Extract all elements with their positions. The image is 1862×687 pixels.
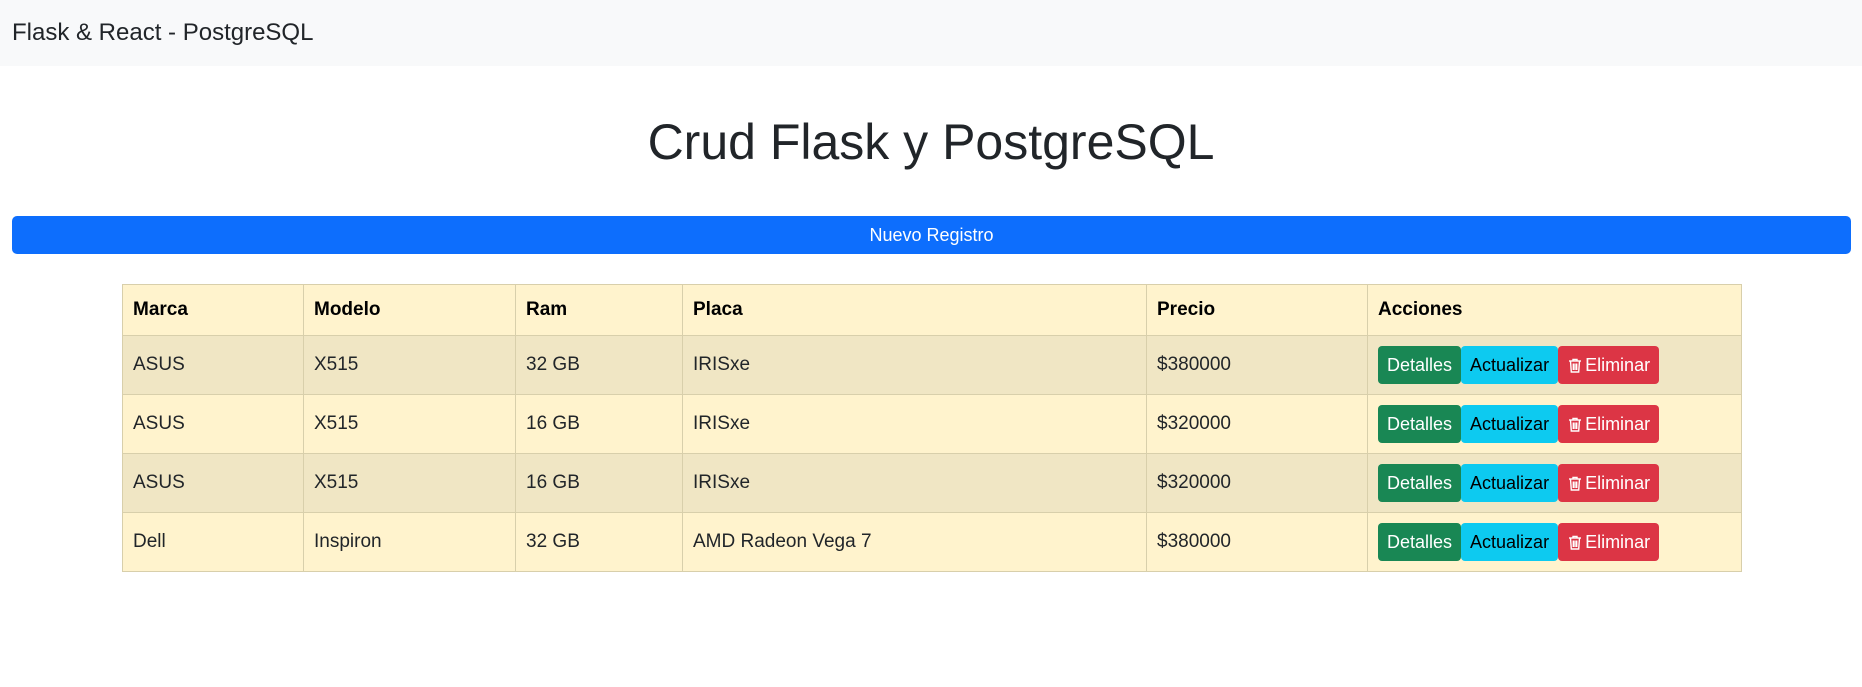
cell-acciones: Detalles Actualizar Eliminar	[1367, 335, 1742, 395]
delete-label: Eliminar	[1585, 472, 1651, 493]
delete-label: Eliminar	[1585, 354, 1651, 375]
delete-button[interactable]: Eliminar	[1558, 464, 1660, 502]
row-actions: Detalles Actualizar Eliminar	[1378, 346, 1731, 384]
records-table: Marca Modelo Ram Placa Precio Acciones A…	[122, 284, 1742, 572]
trash-icon	[1567, 475, 1583, 492]
cell-acciones: Detalles Actualizar Eliminar	[1367, 394, 1742, 454]
header-acciones: Acciones	[1367, 284, 1742, 336]
delete-button[interactable]: Eliminar	[1558, 346, 1660, 384]
cell-placa: IRISxe	[682, 335, 1147, 395]
navbar: Flask & React - PostgreSQL	[0, 0, 1862, 66]
trash-icon	[1567, 416, 1583, 433]
table-row: Dell Inspiron 32 GB AMD Radeon Vega 7 $38000…	[122, 512, 1742, 572]
cell-acciones: Detalles Actualizar Eliminar	[1367, 453, 1742, 513]
cell-marca: ASUS	[122, 453, 304, 513]
update-button[interactable]: Actualizar	[1461, 464, 1559, 502]
cell-precio: $380000	[1146, 512, 1368, 572]
table-row: ASUS X515 16 GB IRISxe $320000 Detalles Actual…	[122, 453, 1742, 513]
cell-precio: $320000	[1146, 453, 1368, 513]
details-button[interactable]: Detalles	[1378, 523, 1462, 561]
new-record-button[interactable]: Nuevo Registro	[12, 216, 1851, 254]
cell-precio: $380000	[1146, 335, 1368, 395]
table-row: ASUS X515 16 GB IRISxe $320000 Detalles Actual…	[122, 394, 1742, 454]
cell-ram: 16 GB	[515, 394, 683, 454]
row-actions: Detalles Actualizar Eliminar	[1378, 464, 1731, 502]
row-actions: Detalles Actualizar Eliminar	[1378, 523, 1731, 561]
header-modelo: Modelo	[303, 284, 516, 336]
cell-marca: ASUS	[122, 335, 304, 395]
header-marca: Marca	[122, 284, 304, 336]
header-precio: Precio	[1146, 284, 1368, 336]
cell-modelo: X515	[303, 335, 516, 395]
cell-marca: ASUS	[122, 394, 304, 454]
cell-modelo: Inspiron	[303, 512, 516, 572]
details-button[interactable]: Detalles	[1378, 346, 1462, 384]
table-body: ASUS X515 32 GB IRISxe $380000 Detalles Actual…	[122, 335, 1742, 572]
cell-precio: $320000	[1146, 394, 1368, 454]
cell-placa: AMD Radeon Vega 7	[682, 512, 1147, 572]
cell-modelo: X515	[303, 453, 516, 513]
delete-button[interactable]: Eliminar	[1558, 405, 1660, 443]
update-button[interactable]: Actualizar	[1461, 523, 1559, 561]
cell-ram: 32 GB	[515, 512, 683, 572]
cell-acciones: Detalles Actualizar Eliminar	[1367, 512, 1742, 572]
table-row: ASUS X515 32 GB IRISxe $380000 Detalles Actual…	[122, 335, 1742, 395]
trash-icon	[1567, 357, 1583, 374]
update-button[interactable]: Actualizar	[1461, 346, 1559, 384]
trash-icon	[1567, 534, 1583, 551]
cell-ram: 32 GB	[515, 335, 683, 395]
delete-button[interactable]: Eliminar	[1558, 523, 1660, 561]
cell-modelo: X515	[303, 394, 516, 454]
cell-placa: IRISxe	[682, 453, 1147, 513]
details-button[interactable]: Detalles	[1378, 405, 1462, 443]
cell-marca: Dell	[122, 512, 304, 572]
page-title: Crud Flask y PostgreSQL	[647, 114, 1215, 170]
delete-label: Eliminar	[1585, 413, 1651, 434]
row-actions: Detalles Actualizar Eliminar	[1378, 405, 1731, 443]
navbar-brand[interactable]: Flask & React - PostgreSQL	[12, 19, 313, 47]
header-placa: Placa	[682, 284, 1147, 336]
table-header-row: Marca Modelo Ram Placa Precio Acciones	[122, 284, 1742, 336]
update-button[interactable]: Actualizar	[1461, 405, 1559, 443]
header-ram: Ram	[515, 284, 683, 336]
details-button[interactable]: Detalles	[1378, 464, 1462, 502]
cell-placa: IRISxe	[682, 394, 1147, 454]
cell-ram: 16 GB	[515, 453, 683, 513]
delete-label: Eliminar	[1585, 531, 1651, 552]
